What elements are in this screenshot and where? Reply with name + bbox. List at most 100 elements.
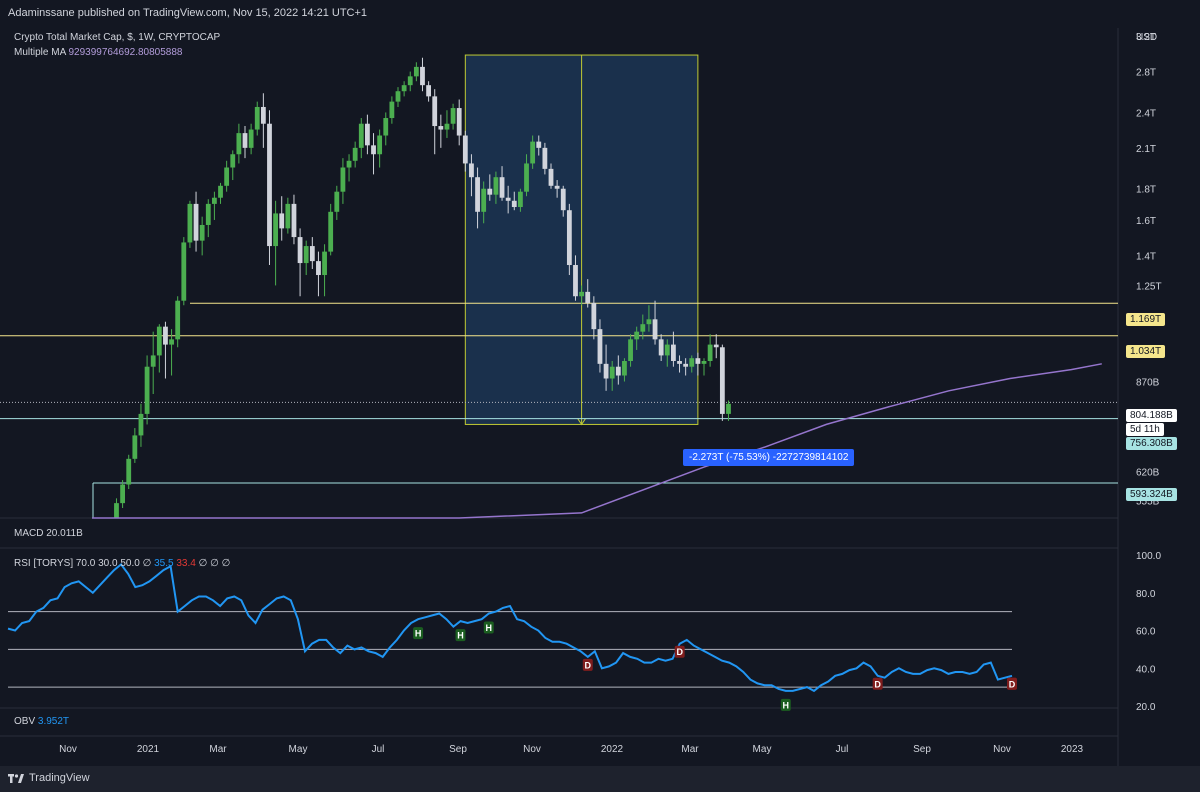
candle	[224, 160, 230, 192]
candle	[334, 185, 340, 220]
ma-legend[interactable]: Multiple MA 929399764692.80805888	[14, 47, 182, 58]
rsi-tail: ∅ ∅ ∅	[198, 558, 231, 569]
symbol-title: Crypto Total Market Cap, $, 1W, CRYPTOCA…	[14, 32, 221, 43]
candle	[371, 133, 376, 175]
candle-body	[426, 85, 431, 97]
chart-area[interactable]: USD3.2T2.8T2.4T2.1T1.8T1.6T1.4T1.25T1.09…	[0, 28, 1200, 766]
candle-body	[205, 203, 211, 225]
rsi-axis-tick: 80.0	[1136, 589, 1156, 600]
candle	[432, 89, 438, 155]
candle-body	[273, 213, 278, 247]
candle-body	[150, 355, 156, 367]
obv-legend[interactable]: OBV 3.952T	[14, 716, 69, 727]
candle-body	[444, 123, 450, 130]
candle	[413, 62, 419, 82]
candle-body	[597, 329, 603, 364]
candle	[401, 81, 407, 97]
tradingview-logo[interactable]: TradingView	[8, 772, 90, 784]
candle-body	[511, 200, 517, 208]
measure-label[interactable]: -2.273T (-75.53%) -2272739814102	[683, 449, 855, 466]
price-axis-tick: 3.2T	[1136, 32, 1156, 43]
price-axis-tick: 2.4T	[1136, 108, 1156, 119]
rsi-marker-text: D	[1009, 679, 1016, 689]
candle	[420, 57, 425, 92]
candle-body	[566, 210, 572, 266]
price-axis-tick: 1.6T	[1136, 216, 1156, 227]
chart-canvas[interactable]: USD3.2T2.8T2.4T2.1T1.8T1.6T1.4T1.25T1.09…	[0, 28, 1200, 766]
rsi-marker-d: D	[674, 645, 685, 658]
ma-label: Multiple MA	[14, 47, 66, 58]
candle	[352, 141, 358, 168]
macd-legend[interactable]: MACD 20.011B	[14, 528, 83, 539]
candle	[273, 200, 278, 286]
candle-body	[640, 324, 646, 332]
candle-body	[126, 458, 132, 485]
candle	[713, 334, 719, 359]
time-axis-tick: 2021	[137, 744, 160, 755]
candle	[144, 355, 150, 425]
price-axis-tick: 2.1T	[1136, 144, 1156, 155]
candle-body	[193, 203, 199, 241]
candle-body	[646, 319, 652, 325]
price-tag-countdown: 5d 11h	[1126, 423, 1164, 436]
candle	[566, 203, 572, 276]
candle-body	[187, 203, 193, 243]
footer-bar: TradingView	[0, 766, 1200, 792]
candle	[285, 197, 291, 234]
time-axis-tick: Nov	[993, 744, 1011, 755]
candle-body	[303, 246, 309, 264]
publisher-bar: Adaminssane published on TradingView.com…	[0, 0, 1200, 28]
candle	[267, 110, 272, 266]
candle	[346, 154, 352, 182]
price-axis-tick: 2.8T	[1136, 68, 1156, 79]
price-axis-tick: 1.4T	[1136, 251, 1156, 262]
candle-body	[401, 85, 407, 92]
candle-body	[248, 129, 254, 148]
candle-body	[340, 167, 346, 192]
candle	[260, 93, 266, 148]
time-axis-tick: 2022	[601, 744, 624, 755]
candle	[389, 96, 395, 124]
rsi-axis-tick: 40.0	[1136, 664, 1156, 675]
candle-body	[395, 91, 401, 102]
candle	[438, 114, 444, 148]
candle-body	[664, 344, 670, 356]
price-tag-level-4: 593.324B	[1126, 488, 1177, 501]
candle-body	[212, 197, 217, 204]
time-axis-tick: Mar	[209, 744, 227, 755]
candle-body	[285, 203, 291, 229]
candle-body	[407, 76, 413, 86]
candle	[365, 114, 370, 155]
rsi-legend[interactable]: RSI [TORYS] 70.0 30.0 50.0 ∅ 35.5 33.4 ∅…	[14, 558, 230, 569]
candle	[377, 129, 383, 168]
time-axis-tick: May	[753, 744, 772, 755]
candle	[218, 182, 223, 204]
price-axis-tick: 1.8T	[1136, 185, 1156, 196]
candle-body	[224, 167, 230, 186]
candle-body	[462, 135, 468, 164]
candle-body	[420, 66, 425, 86]
rsi-axis-tick: 100.0	[1136, 551, 1161, 562]
macd-label: MACD	[14, 528, 44, 539]
candle-body	[267, 123, 272, 247]
price-axis-tick: 1.25T	[1136, 281, 1162, 292]
candle-body	[560, 188, 566, 211]
candle-body	[573, 265, 578, 297]
candle	[719, 344, 725, 421]
candle	[254, 101, 260, 136]
candle-body	[456, 108, 462, 136]
symbol-legend[interactable]: Crypto Total Market Cap, $, 1W, CRYPTOCA…	[14, 32, 220, 43]
candle-body	[591, 302, 597, 330]
candle-body	[181, 242, 187, 301]
candle-body	[169, 339, 174, 345]
rsi-label: RSI [TORYS]	[14, 558, 74, 569]
candle	[114, 498, 119, 518]
candle-body	[677, 361, 682, 364]
candle-body	[603, 363, 609, 379]
rsi-marker-d: D	[872, 677, 883, 690]
candle-body	[548, 168, 554, 186]
candle	[126, 454, 132, 490]
candle-body	[377, 135, 383, 155]
candle	[193, 191, 199, 252]
price-tag-level-3: 756.308B	[1126, 437, 1177, 450]
